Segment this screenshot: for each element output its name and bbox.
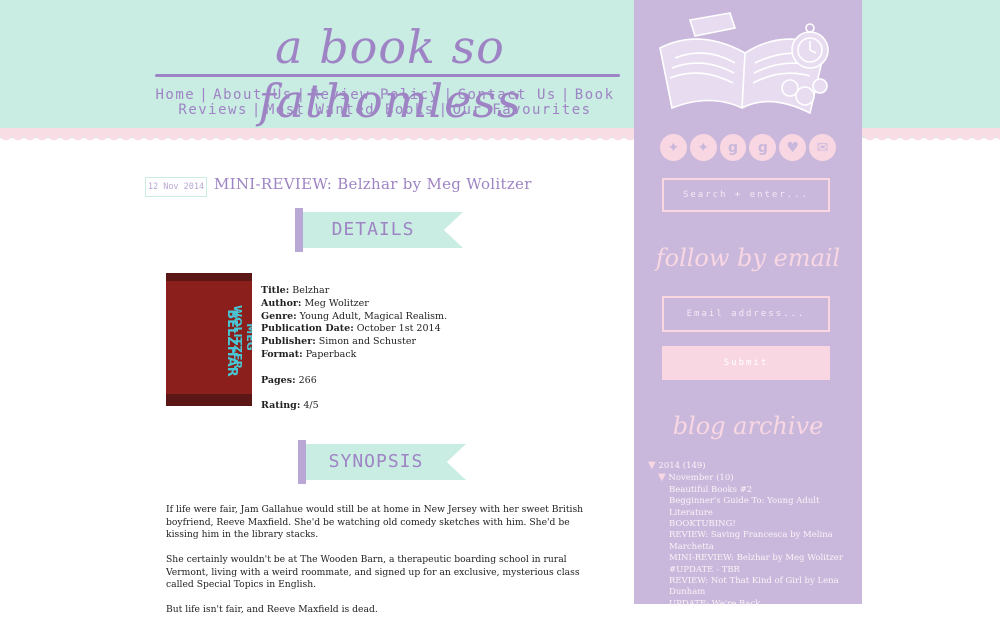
nav-contact-us[interactable]: Contact Us xyxy=(458,87,557,103)
synopsis-banner: SYNOPSIS xyxy=(298,440,470,484)
detail-format: Paperback xyxy=(305,348,357,360)
email-field[interactable]: Email address... xyxy=(662,296,830,332)
blog-archive: ▼ 2014 (149) ▼ November (10) Beautiful B… xyxy=(648,460,858,610)
detail-genre: Young Adult, Magical Realism. xyxy=(299,310,448,322)
bloglovin-icon[interactable]: ♥ xyxy=(779,134,807,161)
archive-post-link[interactable]: Begginner's Guide To: Young Adult Litera… xyxy=(669,496,858,519)
post-title[interactable]: MINI-REVIEW: Belzhar by Meg Wolitzer xyxy=(214,175,532,193)
details-banner: DETAILS xyxy=(295,208,467,252)
blog-archive-heading: blog archive xyxy=(672,412,824,440)
archive-post-link[interactable]: #UPDATE - TBR xyxy=(669,565,858,576)
archive-post-link[interactable]: REVIEW: Not That Kind of Girl by Lena Du… xyxy=(669,576,858,599)
detail-publication-date: October 1st 2014 xyxy=(356,323,441,335)
twitter-icon[interactable]: ✦ xyxy=(689,134,717,161)
archive-post-link[interactable]: Beautiful Books #2 xyxy=(669,485,858,496)
archive-post-link[interactable]: MINI-REVIEW: Belzhar by Meg Wolitzer xyxy=(669,553,858,564)
header-band-right xyxy=(862,0,1000,138)
email-icon[interactable]: ✉ xyxy=(809,134,836,161)
archive-post-list: Beautiful Books #2 Begginner's Guide To:… xyxy=(648,485,858,610)
goodreads-icon[interactable]: g xyxy=(719,134,747,161)
archive-post-link[interactable]: UPDATE: We're Back xyxy=(669,599,858,610)
open-book-clock-illustration xyxy=(659,12,829,115)
detail-pages: 266 xyxy=(298,374,317,386)
cover-title: BELZHAR xyxy=(224,309,239,377)
detail-rating: 4/5 xyxy=(303,400,319,412)
archive-post-link[interactable]: REVIEW: Saving Francesca by Melina March… xyxy=(669,530,858,553)
book-details: Title: Belzhar Author: Meg Wolitzer Genr… xyxy=(261,285,448,412)
details-heading: DETAILS xyxy=(331,219,415,240)
nav-review-policy[interactable]: Review Policy xyxy=(311,87,440,103)
main-nav: Home | About Us | Review Policy | Contact Us | B… xyxy=(155,87,615,118)
nav-home[interactable]: Home xyxy=(156,87,196,103)
synopsis-heading: SYNOPSIS xyxy=(328,451,424,472)
nav-most-wanted-books[interactable]: Most Wanted Books xyxy=(266,102,435,118)
archive-post-link[interactable]: BOOKTUBING! xyxy=(669,519,858,530)
detail-title: Belzhar xyxy=(292,285,330,296)
follow-by-email-heading: follow by email xyxy=(655,244,841,272)
twitter-icon[interactable]: ✦ xyxy=(660,134,687,161)
post-date: 12 Nov 2014 xyxy=(145,177,207,197)
social-icons: ✦ ✦ g g ♥ ✉ xyxy=(660,134,836,164)
synopsis-paragraph: If life were fair, Jam Gallahue would st… xyxy=(166,504,584,540)
triangle-down-icon[interactable]: ▼ xyxy=(648,460,656,471)
goodreads-icon[interactable]: g xyxy=(749,134,777,161)
detail-author: Meg Wolitzer xyxy=(304,297,369,309)
nav-our-favourites[interactable]: Our Favourites xyxy=(453,102,592,118)
synopsis-text: If life were fair, Jam Gallahue would st… xyxy=(166,504,596,629)
synopsis-paragraph: But life isn't fair, and Reeve Maxfield … xyxy=(166,604,378,615)
search-input[interactable]: Search + enter... xyxy=(662,178,830,212)
nav-about-us[interactable]: About Us xyxy=(213,87,292,103)
submit-button[interactable]: Submit xyxy=(662,346,830,380)
archive-month[interactable]: ▼ November (10) xyxy=(648,472,858,484)
synopsis-paragraph: She certainly wouldn't be at The Wooden … xyxy=(166,554,580,590)
detail-publisher: Simon and Schuster xyxy=(318,336,416,348)
title-underline xyxy=(155,74,620,77)
book-cover: MEG WOLITZER BELZHAR xyxy=(166,273,252,406)
archive-year[interactable]: ▼ 2014 (149) xyxy=(648,460,858,472)
triangle-down-icon[interactable]: ▼ xyxy=(658,472,666,483)
